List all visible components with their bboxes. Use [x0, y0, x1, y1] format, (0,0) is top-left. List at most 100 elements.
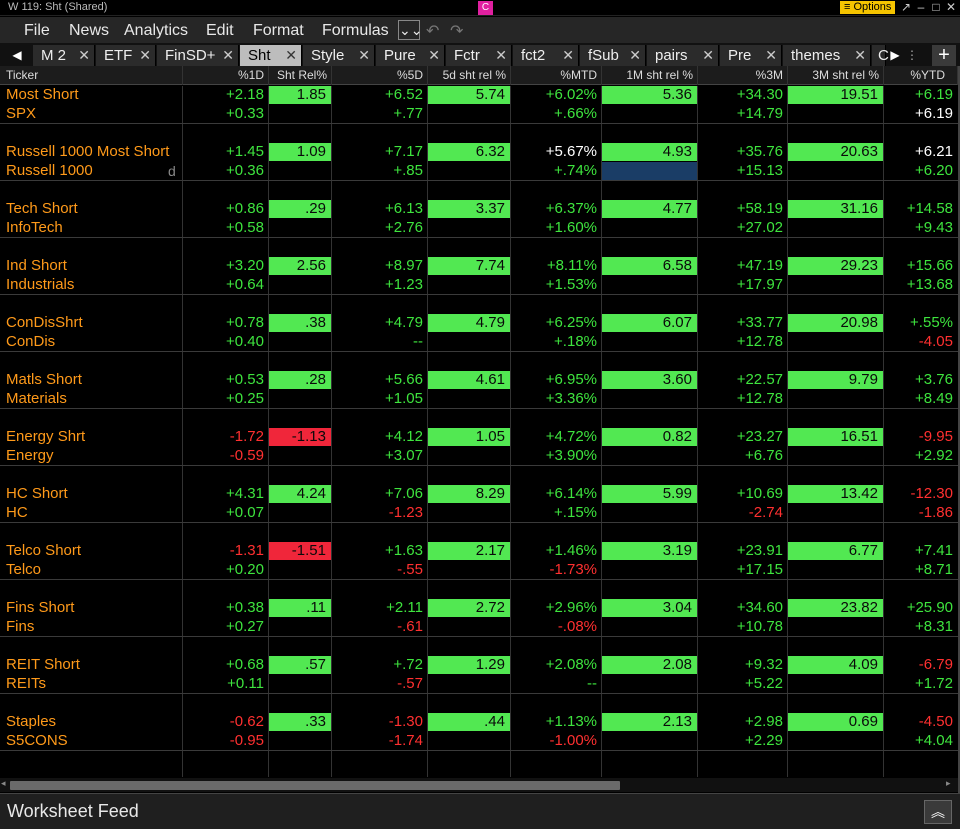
- pct-mtd-cell[interactable]: +6.95%: [511, 371, 602, 389]
- pct-ytd-cell[interactable]: +8.31: [884, 618, 958, 636]
- menu-formulas[interactable]: Formulas: [322, 22, 389, 40]
- sht-rel-3m-cell[interactable]: 31.16: [788, 200, 883, 218]
- pct-mtd-cell[interactable]: +1.53%: [511, 276, 602, 294]
- short-basket-row[interactable]: Energy Shrt -1.72 -1.13 +4.12 1.05 +4.72% 0.82…: [0, 428, 958, 447]
- menu-format[interactable]: Format: [253, 22, 304, 40]
- sht-rel-cell[interactable]: 1.09: [269, 143, 331, 161]
- pct-ytd-cell[interactable]: +6.20: [884, 162, 958, 180]
- pct-3m-cell[interactable]: +47.19: [698, 257, 788, 275]
- tab-next-icon[interactable]: ▶: [888, 45, 902, 66]
- options-button[interactable]: ≡ Options: [840, 1, 896, 14]
- pct-3m-cell[interactable]: +12.78: [698, 390, 788, 408]
- col-header-mtd[interactable]: %MTD: [511, 66, 602, 85]
- pct-5d-cell[interactable]: +.77: [332, 105, 428, 123]
- pct-5d-cell[interactable]: +.85: [332, 162, 428, 180]
- pct-5d-cell[interactable]: +4.12: [332, 428, 428, 446]
- close-tab-icon[interactable]: ✕: [562, 45, 574, 66]
- sht-rel-cell[interactable]: .29: [269, 200, 331, 218]
- ticker-cell[interactable]: REITs: [0, 675, 183, 693]
- sht-rel-5d-cell[interactable]: 7.74: [428, 257, 510, 275]
- pct-1d-cell[interactable]: +3.20: [183, 257, 269, 275]
- pct-mtd-cell[interactable]: +6.14%: [511, 485, 602, 503]
- pct-1d-cell[interactable]: +2.18: [183, 86, 269, 104]
- tab-overflow[interactable]: C: [872, 45, 889, 66]
- tab-finsd[interactable]: FinSD+ ✕: [157, 45, 239, 66]
- pct-ytd-cell[interactable]: +6.21: [884, 143, 958, 161]
- pct-5d-cell[interactable]: +7.06: [332, 485, 428, 503]
- ticker-cell[interactable]: Telco Short: [0, 542, 183, 560]
- col-header-1d[interactable]: %1D: [183, 66, 269, 85]
- sht-rel-cell[interactable]: 4.24: [269, 485, 331, 503]
- close-tab-icon[interactable]: ✕: [629, 45, 641, 66]
- menu-file[interactable]: File: [24, 22, 50, 40]
- pct-mtd-cell[interactable]: -1.00%: [511, 732, 602, 750]
- popout-icon[interactable]: ↗: [898, 0, 914, 14]
- sht-rel-5d-cell[interactable]: 5.74: [428, 86, 510, 104]
- sht-rel-5d-cell[interactable]: 1.29: [428, 656, 510, 674]
- pct-ytd-cell[interactable]: +7.41: [884, 542, 958, 560]
- selected-cell[interactable]: [602, 162, 697, 180]
- pct-1d-cell[interactable]: +1.45: [183, 143, 269, 161]
- sht-rel-1m-cell[interactable]: 5.99: [602, 485, 697, 503]
- redo-icon[interactable]: ↷: [450, 21, 463, 41]
- pct-mtd-cell[interactable]: +.18%: [511, 333, 602, 351]
- pct-1d-cell[interactable]: +0.20: [183, 561, 269, 579]
- pct-3m-cell[interactable]: +58.19: [698, 200, 788, 218]
- pct-3m-cell[interactable]: -2.74: [698, 504, 788, 522]
- minimize-icon[interactable]: –: [913, 0, 929, 14]
- pct-3m-cell[interactable]: +27.02: [698, 219, 788, 237]
- benchmark-row[interactable]: HC +0.07 -1.23 +.15% -2.74 -1.86: [0, 504, 958, 523]
- pct-ytd-cell[interactable]: +.55%: [884, 314, 958, 332]
- ticker-cell[interactable]: Telco: [0, 561, 183, 579]
- col-header-ytd[interactable]: %YTD: [884, 66, 958, 85]
- pct-1d-cell[interactable]: +0.07: [183, 504, 269, 522]
- benchmark-row[interactable]: REITs +0.11 -.57 -- +5.22 +1.72: [0, 675, 958, 694]
- short-basket-row[interactable]: Staples -0.62.33 -1.30.44 +1.13% 2.13 +2.98 0.…: [0, 713, 958, 732]
- pct-5d-cell[interactable]: +3.07: [332, 447, 428, 465]
- tab-pure[interactable]: Pure ✕: [376, 45, 445, 66]
- pct-1d-cell[interactable]: -0.95: [183, 732, 269, 750]
- scroll-left-icon[interactable]: ◂: [1, 778, 6, 789]
- short-basket-row[interactable]: Telco Short -1.31 -1.51 +1.63 2.17 +1.46% 3.19…: [0, 542, 958, 561]
- sht-rel-5d-cell[interactable]: 1.05: [428, 428, 510, 446]
- pct-1d-cell[interactable]: +0.78: [183, 314, 269, 332]
- short-basket-row[interactable]: Russell 1000 Most Short +1.45 1.09 +7.17 6.3…: [0, 143, 958, 162]
- pct-1d-cell[interactable]: -1.31: [183, 542, 269, 560]
- pct-mtd-cell[interactable]: +6.37%: [511, 200, 602, 218]
- tab-pairs[interactable]: pairs ✕: [647, 45, 719, 66]
- close-tab-icon[interactable]: ✕: [702, 45, 714, 66]
- ticker-cell[interactable]: Russell 1000 Most Short: [0, 143, 183, 161]
- pct-ytd-cell[interactable]: +6.19: [884, 86, 958, 104]
- pct-mtd-cell[interactable]: +6.02%: [511, 86, 602, 104]
- sht-rel-cell[interactable]: .28: [269, 371, 331, 389]
- pct-3m-cell[interactable]: +23.91: [698, 542, 788, 560]
- pct-1d-cell[interactable]: +0.36: [183, 162, 269, 180]
- pct-mtd-cell[interactable]: +1.13%: [511, 713, 602, 731]
- sht-rel-3m-cell[interactable]: 20.98: [788, 314, 883, 332]
- sht-rel-5d-cell[interactable]: 3.37: [428, 200, 510, 218]
- ticker-cell[interactable]: HC Short: [0, 485, 183, 503]
- pct-5d-cell[interactable]: --: [332, 333, 428, 351]
- close-tab-icon[interactable]: ✕: [495, 45, 507, 66]
- pct-3m-cell[interactable]: +12.78: [698, 333, 788, 351]
- sht-rel-3m-cell[interactable]: 23.82: [788, 599, 883, 617]
- horizontal-scrollbar[interactable]: ◂ ▸: [0, 778, 958, 792]
- sht-rel-cell[interactable]: .11: [269, 599, 331, 617]
- ticker-cell[interactable]: Energy Shrt: [0, 428, 183, 446]
- pct-1d-cell[interactable]: +0.64: [183, 276, 269, 294]
- col-header-5d-sht-rel[interactable]: 5d sht rel %: [428, 66, 511, 85]
- sht-rel-3m-cell[interactable]: 13.42: [788, 485, 883, 503]
- pct-1d-cell[interactable]: +0.58: [183, 219, 269, 237]
- add-tab-button[interactable]: +: [932, 45, 956, 66]
- close-tab-icon[interactable]: ✕: [358, 45, 370, 66]
- pct-ytd-cell[interactable]: -6.79: [884, 656, 958, 674]
- pct-ytd-cell[interactable]: +8.49: [884, 390, 958, 408]
- pct-3m-cell[interactable]: +2.98: [698, 713, 788, 731]
- close-tab-icon[interactable]: ✕: [222, 45, 234, 66]
- pct-5d-cell[interactable]: -.61: [332, 618, 428, 636]
- pct-ytd-cell[interactable]: +14.58: [884, 200, 958, 218]
- sht-rel-3m-cell[interactable]: 19.51: [788, 86, 883, 104]
- pct-mtd-cell[interactable]: +.66%: [511, 105, 602, 123]
- pct-5d-cell[interactable]: +5.66: [332, 371, 428, 389]
- expand-feed-icon[interactable]: ︽: [924, 800, 952, 824]
